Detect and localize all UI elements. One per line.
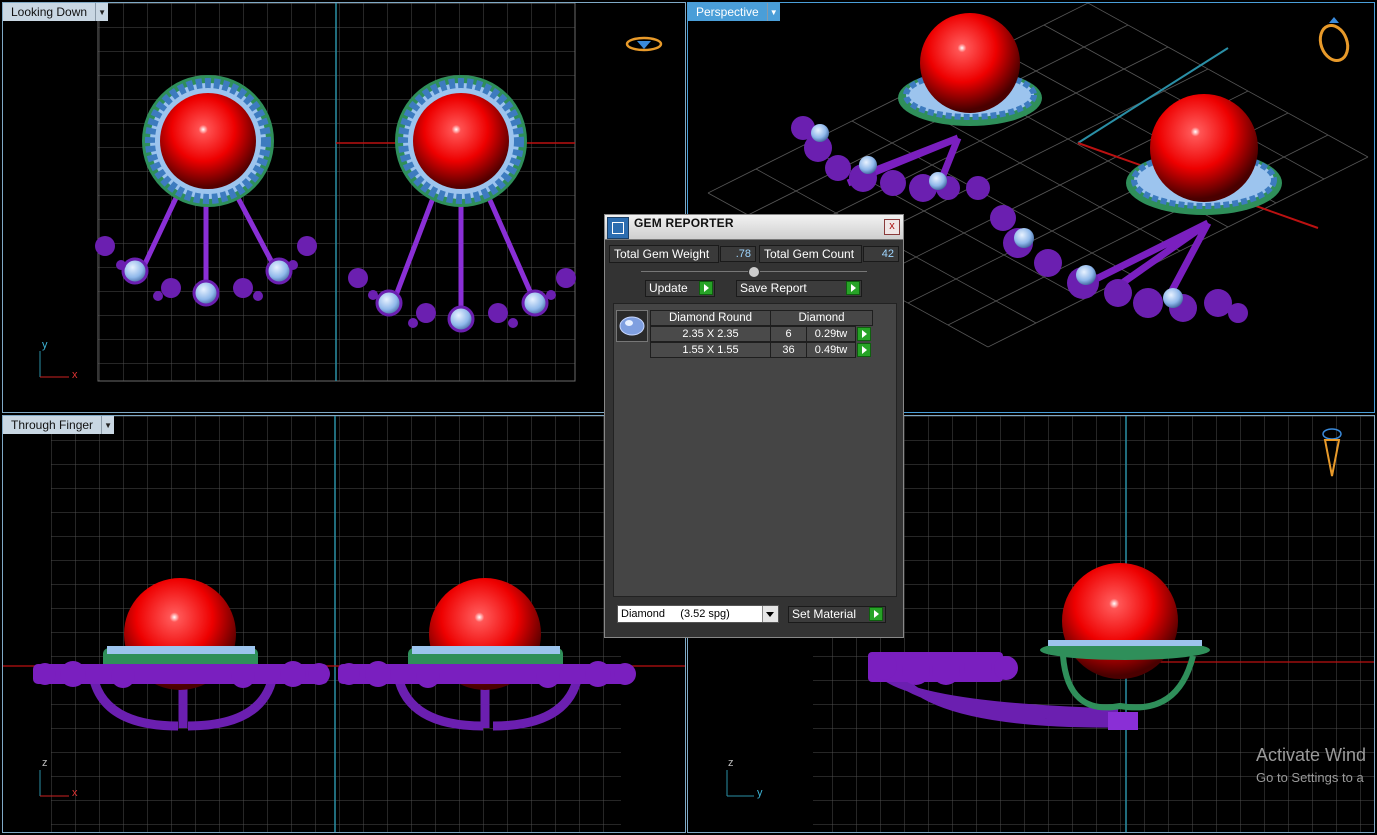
gem-reporter-panel[interactable]: GEM REPORTER x Total Gem Weight .78 Tota…	[604, 214, 904, 638]
viewport-looking-down[interactable]: y x	[3, 3, 685, 412]
table-row-2-count: 36	[770, 342, 807, 358]
table-header-material: Diamond	[770, 310, 873, 326]
viewport-label-perspective[interactable]: Perspective ▼	[688, 3, 780, 21]
table-row-1-weight: 0.29tw	[806, 326, 856, 342]
viewport-through-finger[interactable]: z x	[3, 416, 685, 832]
axis-gizmo-bottom-right	[726, 770, 754, 797]
table-row-1-size: 2.35 X 2.35	[650, 326, 771, 342]
collapse-icon[interactable]	[748, 266, 760, 278]
table-row-2-size: 1.55 X 1.55	[650, 342, 771, 358]
axis-label-z: z	[728, 757, 734, 769]
activate-windows-title: Activate Wind	[1256, 745, 1367, 765]
axis-label-x: x	[72, 787, 78, 799]
viewport-label-text: Looking Down	[3, 3, 96, 21]
table-row-1-count: 6	[770, 326, 807, 342]
close-button[interactable]: x	[884, 219, 900, 235]
row-1-go-icon[interactable]	[857, 327, 871, 341]
table-header-shape: Diamond Round	[650, 310, 771, 326]
total-gem-weight-field[interactable]: .78	[720, 246, 756, 262]
axis-label-x: x	[72, 369, 78, 381]
gem-reporter-titlebar[interactable]: GEM REPORTER x	[605, 215, 903, 240]
top-view-ring-icon	[625, 36, 663, 52]
gem-table: Diamond Round Diamond 2.35 X 2.35 6 0.29…	[613, 303, 897, 597]
diamond-round-icon	[616, 310, 648, 342]
gem-reporter-app-icon	[607, 217, 629, 239]
chevron-down-icon[interactable]: ▼	[766, 3, 780, 21]
row-2-go-icon[interactable]	[857, 343, 871, 357]
axis-label-z: z	[42, 757, 48, 769]
chevron-down-icon[interactable]: ▼	[101, 416, 115, 434]
save-report-go-icon[interactable]	[846, 281, 860, 295]
axis-label-y: y	[757, 787, 763, 799]
gem-reporter-title: GEM REPORTER	[634, 216, 734, 230]
perspective-ring-icon	[1318, 17, 1350, 62]
total-gem-count-label: Total Gem Count	[759, 245, 862, 263]
total-gem-weight-label: Total Gem Weight	[609, 245, 719, 263]
set-material-go-icon[interactable]	[869, 607, 883, 621]
viewport-label-looking-down[interactable]: Looking Down ▼	[3, 3, 109, 21]
viewport-label-through-finger[interactable]: Through Finger ▼	[3, 416, 115, 434]
viewport-label-text: Through Finger	[3, 416, 102, 434]
looking-down-scene	[39, 3, 663, 382]
update-go-icon[interactable]	[699, 281, 713, 295]
material-select-value: Diamond (3.52 spg)	[621, 608, 730, 620]
viewport-label-text: Perspective	[688, 3, 767, 21]
chevron-down-icon[interactable]	[762, 606, 778, 622]
earring-front-perspective	[990, 94, 1282, 323]
activate-windows-subtitle: Go to Settings to a	[1256, 770, 1364, 785]
material-select[interactable]: Diamond (3.52 spg)	[617, 605, 779, 623]
total-gem-count-field[interactable]: 42	[863, 246, 899, 262]
through-finger-scene	[3, 416, 685, 832]
axis-gizmo-top-left	[39, 351, 69, 378]
earring-back-perspective	[791, 13, 1042, 202]
table-row-2-weight: 0.49tw	[806, 342, 856, 358]
save-report-button[interactable]: Save Report	[736, 280, 862, 297]
axis-label-y: y	[42, 339, 48, 351]
chevron-down-icon[interactable]: ▼	[95, 3, 109, 21]
